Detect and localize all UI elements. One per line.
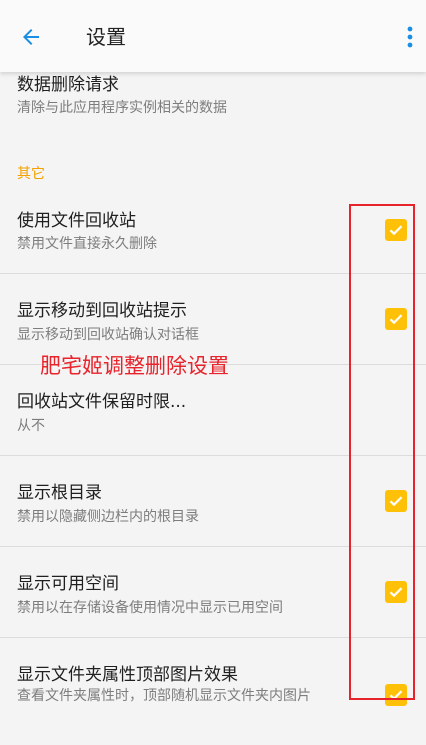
pref-title: 显示可用空间	[17, 574, 119, 594]
pref-title: 使用文件回收站	[17, 211, 136, 231]
app-bar: 设置	[0, 0, 426, 72]
checkbox-show-root-directory[interactable]	[385, 490, 407, 512]
pref-data-deletion-request[interactable]: 数据删除请求 清除与此应用程序实例相关的数据	[0, 72, 426, 136]
annotation-text: 肥宅姬调整删除设置	[40, 354, 229, 378]
pref-show-free-space[interactable]: 显示可用空间 禁用以在存储设备使用情况中显示已用空间	[0, 547, 426, 637]
checkmark-icon	[389, 690, 403, 701]
more-vert-icon	[407, 26, 413, 48]
checkmark-icon	[389, 496, 403, 507]
settings-list: 数据删除请求 清除与此应用程序实例相关的数据 其它 使用文件回收站 禁用文件直接…	[0, 72, 426, 745]
checkmark-icon	[389, 314, 403, 325]
page-title: 设置	[86, 25, 126, 49]
back-button[interactable]	[14, 22, 48, 52]
arrow-left-icon	[23, 29, 39, 45]
pref-summary: 禁用文件直接永久删除	[17, 236, 157, 252]
settings-screen: 设置 数据删除请求 清除与此应用程序实例相关的数据 其它 使用文件回收站 禁用文…	[0, 0, 426, 745]
checkbox-show-free-space[interactable]	[385, 581, 407, 603]
pref-summary: 从不	[17, 418, 45, 434]
pref-summary: 清除与此应用程序实例相关的数据	[17, 100, 227, 116]
pref-title: 显示文件夹属性顶部图片效果	[17, 665, 238, 685]
pref-show-root-directory[interactable]: 显示根目录 禁用以隐藏侧边栏内的根目录	[0, 456, 426, 546]
checkmark-icon	[389, 587, 403, 598]
pref-summary: 查看文件夹属性时，顶部随机显示文件夹内图片	[17, 688, 311, 704]
pref-title: 数据删除请求	[17, 75, 119, 95]
checkbox-show-recycle-prompt[interactable]	[385, 308, 407, 330]
more-options-button[interactable]	[398, 22, 422, 52]
category-header-other: 其它	[17, 166, 45, 182]
pref-title: 显示移动到回收站提示	[17, 301, 187, 321]
checkbox-folder-header-image[interactable]	[385, 684, 407, 706]
pref-title: 回收站文件保留时限...	[17, 392, 187, 412]
pref-summary: 显示移动到回收站确认对话框	[17, 327, 199, 343]
checkmark-icon	[389, 225, 403, 236]
pref-summary: 禁用以隐藏侧边栏内的根目录	[17, 509, 199, 525]
checkbox-use-recycle-bin[interactable]	[385, 219, 407, 241]
pref-use-recycle-bin[interactable]: 使用文件回收站 禁用文件直接永久删除	[0, 197, 426, 273]
pref-title: 显示根目录	[17, 483, 102, 503]
pref-folder-header-image[interactable]: 显示文件夹属性顶部图片效果 查看文件夹属性时，顶部随机显示文件夹内图片	[0, 638, 426, 745]
pref-summary: 禁用以在存储设备使用情况中显示已用空间	[17, 600, 283, 616]
